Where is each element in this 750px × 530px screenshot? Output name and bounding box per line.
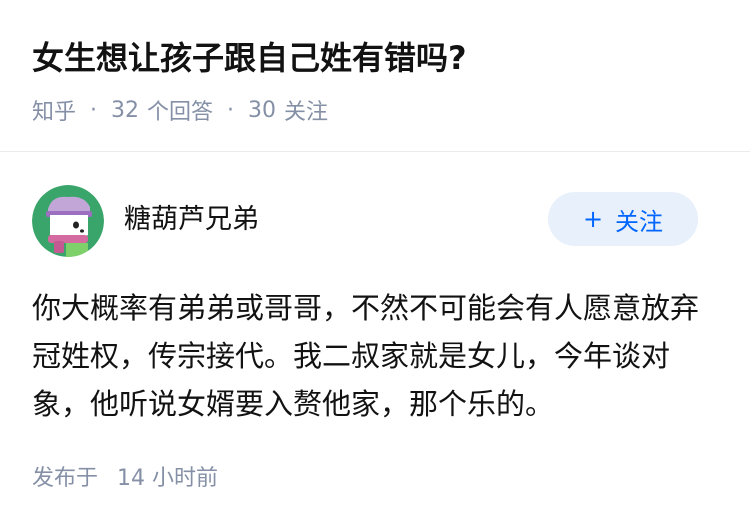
answers-count: 32	[111, 97, 140, 123]
question-meta: 知乎 · 32 个回答 · 30 关注	[32, 92, 328, 128]
plus-icon: +	[582, 205, 604, 233]
avatar[interactable]	[32, 185, 104, 257]
answer-meta: 发布于 14 小时前	[32, 462, 218, 496]
meta-separator: ·	[227, 97, 235, 123]
cartoon-animal-avatar-icon	[32, 185, 104, 257]
published-label: 发布于	[32, 466, 99, 491]
published-time: 14 小时前	[117, 466, 219, 491]
answers-label[interactable]: 个回答	[147, 94, 213, 126]
section-divider	[0, 151, 750, 152]
follow-button-label: 关注	[615, 207, 664, 236]
meta-separator: ·	[90, 97, 98, 123]
author-name[interactable]: 糖葫芦兄弟	[124, 200, 259, 240]
answer-content[interactable]: 你大概率有弟弟或哥哥，不然不可能会有人愿意放弃冠姓权，传宗接代。我二叔家就是女儿…	[32, 284, 712, 428]
question-header: 女生想让孩子跟自己姓有错吗? 知乎 · 32 个回答 · 30 关注	[0, 0, 750, 150]
question-title[interactable]: 女生想让孩子跟自己姓有错吗?	[32, 34, 467, 82]
followers-count: 30	[248, 97, 277, 123]
follow-button[interactable]: + 关注	[548, 192, 698, 246]
followers-label: 关注	[284, 100, 329, 125]
source-label[interactable]: 知乎	[32, 94, 76, 126]
